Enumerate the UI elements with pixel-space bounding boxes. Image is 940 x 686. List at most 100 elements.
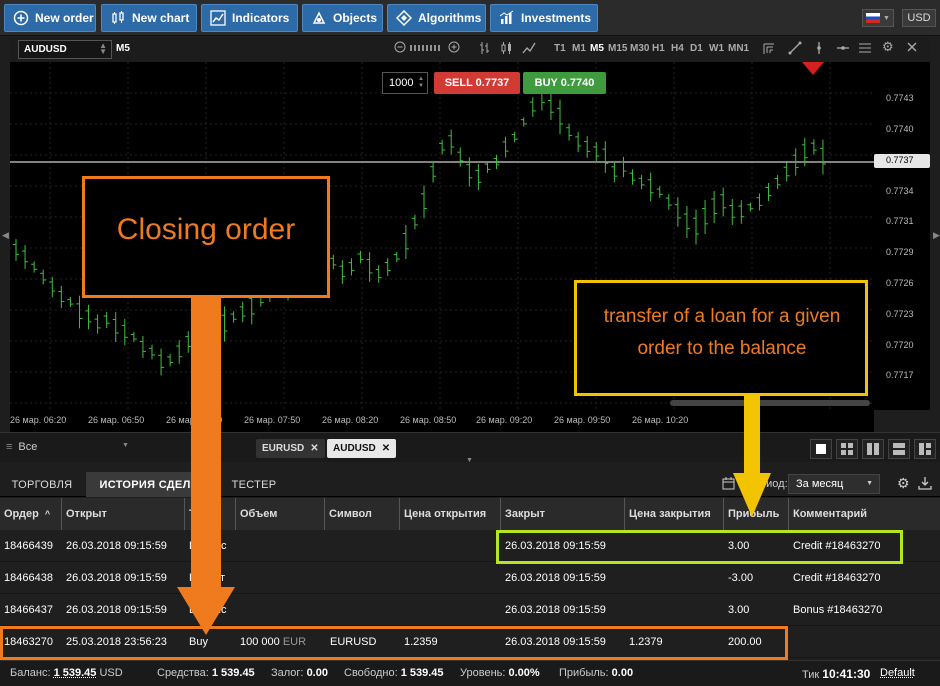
layout-rows-icon[interactable] xyxy=(888,439,910,459)
collapse-arrow-icon[interactable]: ▼ xyxy=(466,457,473,464)
credit-row-highlight xyxy=(496,530,903,564)
layout-mixed-icon[interactable] xyxy=(914,439,936,459)
column-header-open-price[interactable]: Цена открытия xyxy=(400,498,501,530)
close-icon[interactable] xyxy=(906,41,918,56)
timeframe-t1[interactable]: T1 xyxy=(554,43,566,54)
trendline-icon[interactable] xyxy=(788,41,802,58)
timeframe-m5[interactable]: M5 xyxy=(590,43,604,54)
indicators-label: Indicators xyxy=(232,11,290,25)
price-level-label: 0.7734 xyxy=(886,186,914,196)
column-header-comment[interactable]: Комментарий xyxy=(789,498,940,530)
level-label: Уровень: xyxy=(460,667,506,679)
column-header-label: Ордер xyxy=(4,508,39,520)
vertical-line-icon[interactable] xyxy=(814,41,824,58)
balance-value[interactable]: 1 539.45 xyxy=(54,667,97,679)
filter-selector[interactable]: ≡ Все ▼ xyxy=(6,441,130,453)
layout-single-icon[interactable] xyxy=(810,439,832,459)
algorithms-label: Algorithms xyxy=(418,11,482,25)
bar-chart-type-icon[interactable] xyxy=(478,41,490,58)
table-cell-comment: Bonus #18463270 xyxy=(793,604,883,616)
timeframe-m1[interactable]: M1 xyxy=(572,43,586,54)
indicators-button[interactable]: Indicators xyxy=(201,4,298,32)
zoom-in-icon[interactable] xyxy=(448,41,460,56)
layout-columns-icon[interactable] xyxy=(862,439,884,459)
investments-icon xyxy=(499,10,515,26)
line-chart-type-icon[interactable] xyxy=(522,41,536,58)
up-down-arrows-icon: ▲ ▼ xyxy=(99,41,107,56)
scroll-right-icon[interactable]: ▶ xyxy=(933,230,940,241)
table-cell-close: 26.03.2018 09:15:59 xyxy=(505,604,606,616)
yellow-arrow-icon xyxy=(733,395,771,517)
candle-chart-type-icon[interactable] xyxy=(500,41,514,58)
timeframe-m15[interactable]: M15 xyxy=(608,43,627,54)
timeframe-w1[interactable]: W1 xyxy=(709,43,724,54)
chevron-down-icon: ▼ xyxy=(122,442,129,449)
table-cell-order: 18466438 xyxy=(4,572,53,584)
timeframe-d1[interactable]: D1 xyxy=(690,43,703,54)
zoom-slider[interactable] xyxy=(409,42,445,56)
timeframe-h1[interactable]: H1 xyxy=(652,43,665,54)
settings-gear-icon[interactable]: ⚙ xyxy=(882,39,894,55)
horizontal-line-icon[interactable] xyxy=(836,41,850,58)
symbol-selector[interactable]: AUDUSD ▲ ▼ xyxy=(18,40,112,59)
sell-button[interactable]: SELL 0.7737 xyxy=(434,72,520,94)
profit-label: Прибыль: xyxy=(559,667,609,679)
equity-value: 1 539.45 xyxy=(211,667,255,679)
buy-button[interactable]: BUY 0.7740 xyxy=(523,72,606,94)
chevron-down-icon: ▼ xyxy=(866,480,873,487)
template-icon[interactable] xyxy=(762,42,776,59)
column-header-volume[interactable]: Объем xyxy=(236,498,325,530)
table-cell-profit: -3.00 xyxy=(728,572,754,584)
closing-order-row-highlight xyxy=(0,626,788,660)
investments-button[interactable]: Investments xyxy=(490,4,598,32)
zoom-out-icon[interactable] xyxy=(394,41,406,56)
table-cell-profit: 3.00 xyxy=(728,604,750,616)
settings-gear-icon[interactable]: ⚙ xyxy=(897,475,910,492)
layout-grid-icon[interactable] xyxy=(836,439,858,459)
currency-selector[interactable]: USD xyxy=(902,9,936,27)
orange-arrow-icon xyxy=(177,297,235,635)
column-header-symbol[interactable]: Символ xyxy=(325,498,400,530)
table-row[interactable]: 1846643726.03.2018 09:15:59Баланс26.03.2… xyxy=(0,594,940,626)
column-header-order[interactable]: Ордер ^ xyxy=(0,498,62,530)
free-margin-status: Свободно: 1 539.45 xyxy=(344,667,444,679)
objects-icon xyxy=(311,10,327,26)
fibonacci-icon[interactable] xyxy=(858,41,872,58)
download-icon[interactable] xyxy=(918,476,932,493)
tick-mode-selector[interactable]: Default xyxy=(880,667,915,679)
price-level-label: 0.7726 xyxy=(886,278,914,288)
free-margin-value: 1 539.45 xyxy=(400,667,444,679)
period-selector[interactable]: За месяц ▼ xyxy=(788,474,880,494)
menu-icon: ≡ xyxy=(6,441,13,453)
quantity-input[interactable]: 1000 ▲ ▼ xyxy=(382,72,428,94)
table-cell-order: 18466439 xyxy=(4,540,53,552)
price-level-label: 0.7743 xyxy=(886,93,914,103)
table-cell-open: 26.03.2018 09:15:59 xyxy=(66,604,167,616)
main-toolbar: New order New chart Indicators Objects A… xyxy=(0,0,940,36)
new-order-button[interactable]: New order xyxy=(4,4,96,32)
symbol-tab-eurusd[interactable]: EURUSD ✕ xyxy=(256,439,325,458)
tab-trading[interactable]: ТОРГОВЛЯ xyxy=(0,472,84,497)
algorithms-button[interactable]: Algorithms xyxy=(387,4,486,32)
objects-button[interactable]: Objects xyxy=(302,4,383,32)
profit-value: 0.00 xyxy=(611,667,634,679)
algorithms-icon xyxy=(396,10,412,26)
new-chart-button[interactable]: New chart xyxy=(101,4,197,32)
timeframe-m30[interactable]: M30 xyxy=(630,43,649,54)
column-header-close-time[interactable]: Закрыт xyxy=(501,498,625,530)
stepper-arrows-icon[interactable]: ▲ ▼ xyxy=(418,76,424,90)
price-level-label: 0.7720 xyxy=(886,340,914,350)
symbol-tab-audusd[interactable]: AUDUSD ✕ xyxy=(327,439,397,458)
column-header-close-price[interactable]: Цена закрытия xyxy=(625,498,724,530)
close-icon[interactable]: ✕ xyxy=(382,443,390,454)
closing-order-callout: Closing order xyxy=(82,176,330,298)
price-level-label: 0.7729 xyxy=(886,247,914,257)
timeframe-mn1[interactable]: MN1 xyxy=(728,43,749,54)
table-row[interactable]: 1846643826.03.2018 09:15:59Кредит26.03.2… xyxy=(0,562,940,594)
profit-status: Прибыль: 0.00 xyxy=(559,667,633,679)
close-icon[interactable]: ✕ xyxy=(310,443,318,454)
timeframe-h4[interactable]: H4 xyxy=(671,43,684,54)
scroll-left-icon[interactable]: ◀ xyxy=(2,230,9,241)
language-selector[interactable]: ▼ xyxy=(862,9,894,27)
column-header-open-time[interactable]: Открыт xyxy=(62,498,185,530)
